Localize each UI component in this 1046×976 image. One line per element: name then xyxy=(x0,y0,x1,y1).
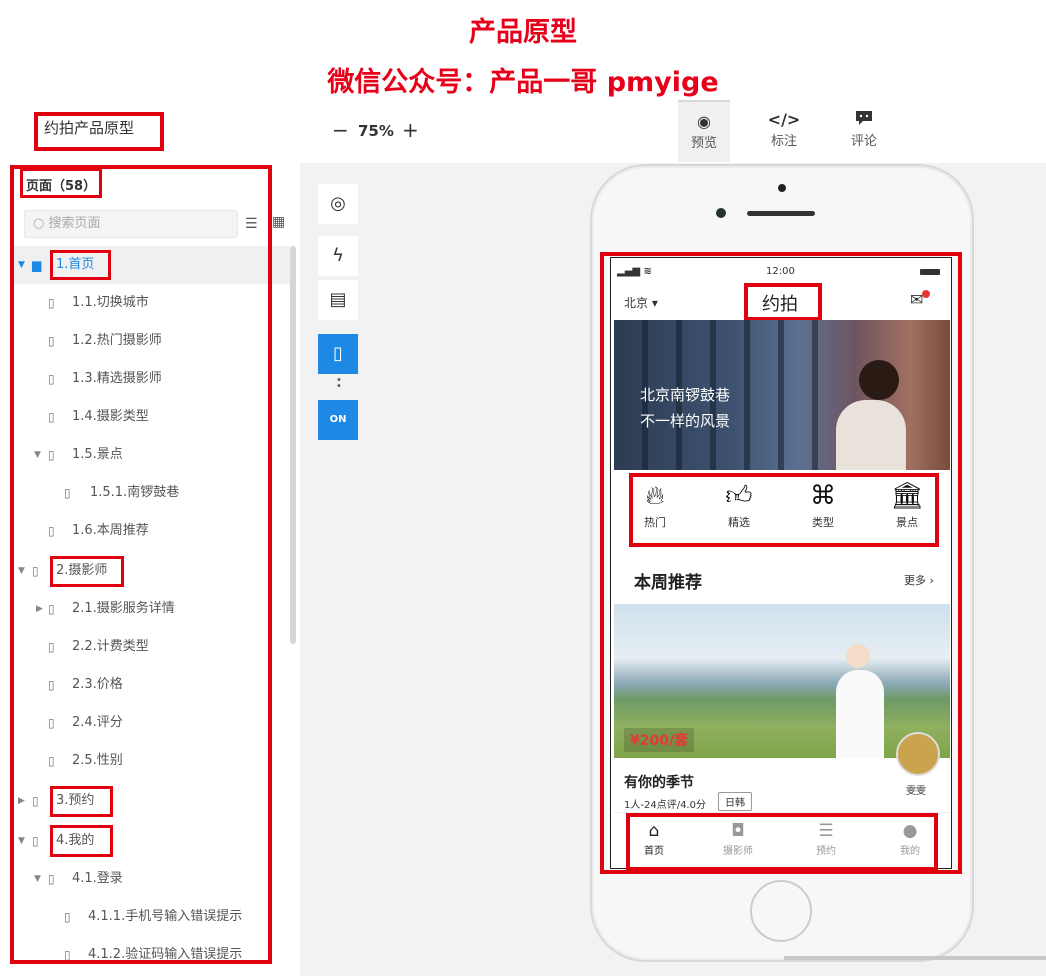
eye-icon: ◉ xyxy=(697,112,711,131)
phone-home-button xyxy=(750,880,812,942)
phone-sensor xyxy=(778,184,786,192)
separator-dots: • • xyxy=(336,375,342,392)
annotation-box xyxy=(600,252,962,874)
zoom-in-button[interactable]: + xyxy=(402,118,419,142)
annotation-box xyxy=(10,165,272,964)
on-toggle-icon[interactable]: ON xyxy=(318,400,358,440)
mode-label: 预览 xyxy=(690,136,717,151)
horizontal-scrollbar[interactable] xyxy=(784,956,1046,960)
comment-icon xyxy=(838,100,890,130)
preview-mode-button[interactable]: ◉ 预览 xyxy=(678,100,730,162)
bolt-icon[interactable]: ϟ xyxy=(318,236,358,276)
scrollbar[interactable] xyxy=(290,246,296,644)
banner-subtitle: 微信公众号：产品一哥 pmyige xyxy=(327,67,719,98)
phone-camera xyxy=(716,208,726,218)
grid-view-icon[interactable]: ▦ xyxy=(272,214,285,230)
phone-speaker xyxy=(747,211,815,216)
zoom-out-button[interactable]: − xyxy=(332,118,349,142)
phone-device-icon[interactable]: ▯ xyxy=(318,334,358,374)
code-icon: </> xyxy=(767,110,801,129)
annotation-box xyxy=(34,112,164,151)
target-icon[interactable]: ◎ xyxy=(318,184,358,224)
notes-icon[interactable]: ▤ xyxy=(318,280,358,320)
zoom-level: 75% xyxy=(358,122,394,140)
banner-title: 产品原型 xyxy=(469,17,577,48)
mode-label: 标注 xyxy=(770,134,797,149)
annotate-mode-button[interactable]: </> 标注 xyxy=(758,100,810,162)
mode-label: 评论 xyxy=(850,134,877,149)
comment-mode-button[interactable]: 评论 xyxy=(838,100,890,162)
